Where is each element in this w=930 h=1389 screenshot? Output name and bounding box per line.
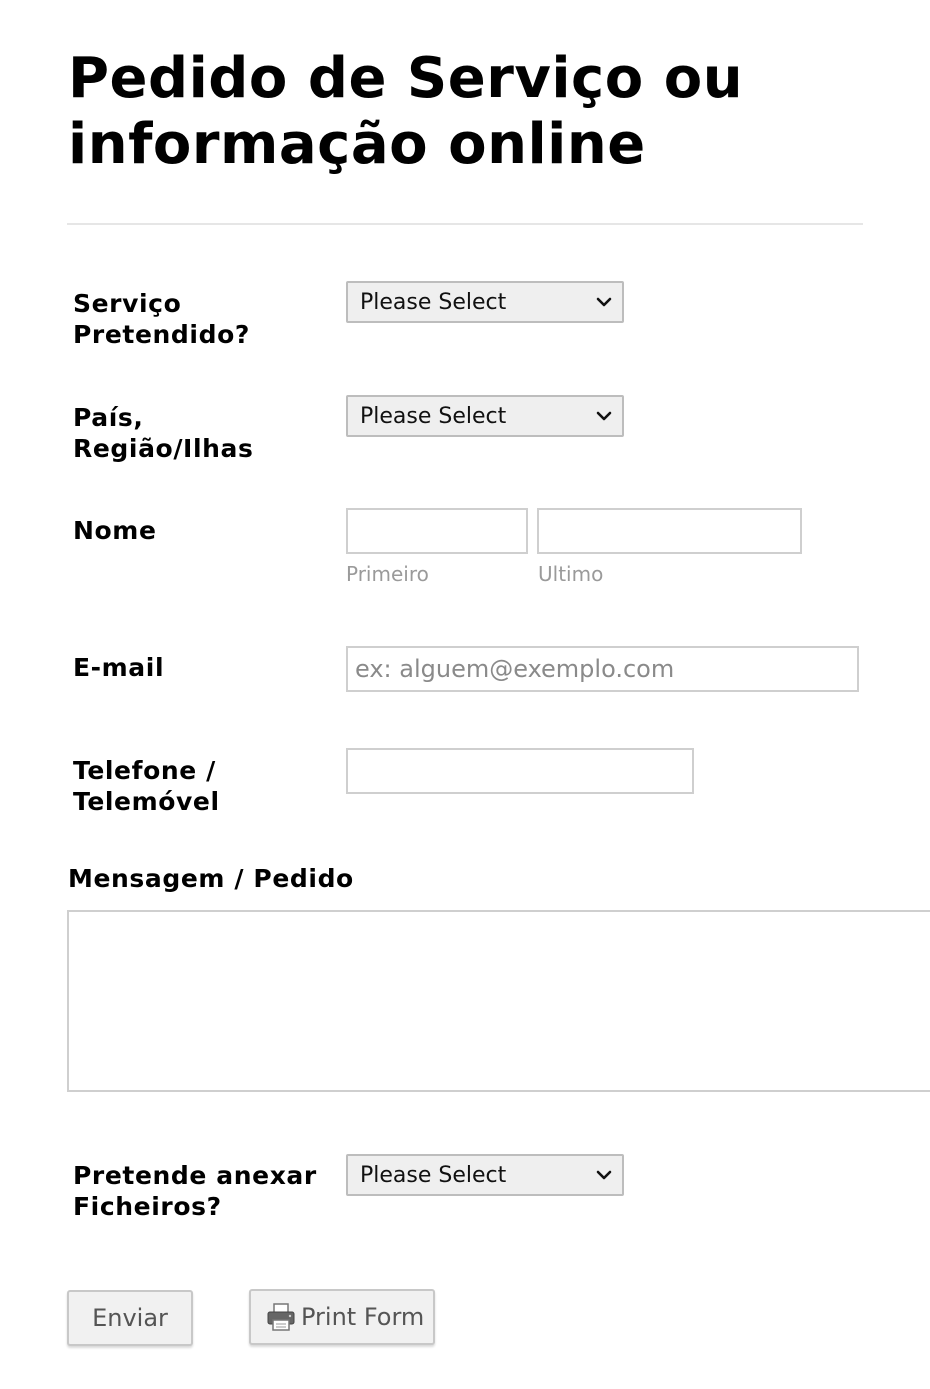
submit-button[interactable]: Enviar: [67, 1290, 193, 1346]
anexar-select-value: Please Select: [360, 1162, 507, 1188]
last-name-sublabel: Ultimo: [538, 562, 604, 586]
chevron-down-icon: [596, 411, 612, 421]
mensagem-label: Mensagem / Pedido: [68, 864, 354, 893]
submit-button-label: Enviar: [92, 1304, 168, 1332]
page-title: Pedido de Serviço ou informação online: [68, 46, 868, 178]
chevron-down-icon: [596, 297, 612, 307]
email-label: E-mail: [73, 653, 165, 682]
page-title-line-1: Pedido de Serviço ou: [68, 46, 744, 111]
print-form-label: Print Form: [301, 1303, 425, 1331]
phone-input[interactable]: [346, 748, 694, 794]
message-textarea[interactable]: [67, 910, 930, 1092]
printer-icon: [267, 1303, 295, 1331]
print-form-button[interactable]: Print Form: [249, 1289, 435, 1345]
page-title-line-2: informação online: [68, 112, 646, 177]
last-name-input[interactable]: [537, 508, 802, 554]
servico-select-value: Please Select: [360, 289, 507, 315]
email-field[interactable]: [346, 646, 859, 692]
anexar-select[interactable]: Please Select: [346, 1154, 624, 1196]
anexar-label: Pretende anexar Ficheiros?: [73, 1161, 317, 1221]
title-divider: [67, 223, 863, 225]
first-name-sublabel: Primeiro: [346, 562, 429, 586]
pais-select-value: Please Select: [360, 403, 507, 429]
servico-select[interactable]: Please Select: [346, 281, 624, 323]
chevron-down-icon: [596, 1170, 612, 1180]
first-name-input[interactable]: [346, 508, 528, 554]
pais-select[interactable]: Please Select: [346, 395, 624, 437]
servico-label: Serviço Pretendido?: [73, 289, 250, 349]
telefone-label: Telefone / Telemóvel: [73, 756, 220, 816]
pais-label: País, Região/Ilhas: [73, 403, 254, 463]
nome-label: Nome: [73, 516, 157, 545]
